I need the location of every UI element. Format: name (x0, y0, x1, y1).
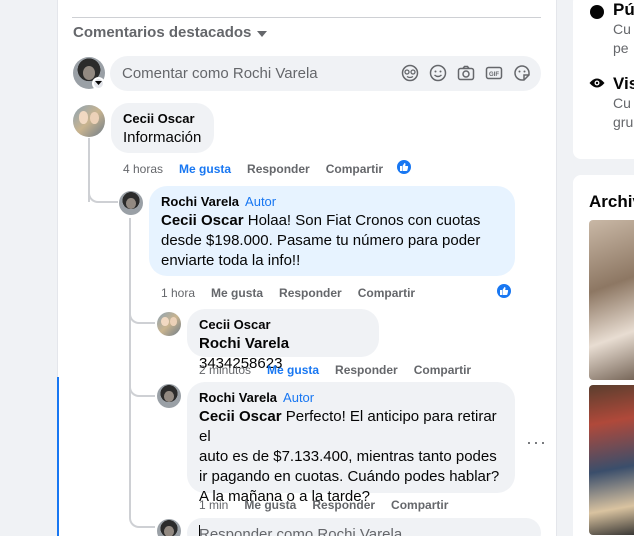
chevron-down-icon (257, 30, 268, 37)
comment-actions: 1 min Me gusta Responder Compartir (199, 498, 448, 512)
comment-time[interactable]: 1 min (199, 498, 228, 512)
svg-text:GIF: GIF (489, 72, 499, 78)
reply-button[interactable]: Responder (247, 162, 310, 176)
reply-composer[interactable] (187, 518, 541, 536)
gif-icon[interactable]: GIF (485, 64, 503, 82)
archive-title[interactable]: Archiv (589, 192, 634, 212)
share-button[interactable]: Compartir (391, 498, 448, 512)
avatar[interactable] (157, 384, 181, 408)
comment-actions: 1 hora Me gusta Responder Compartir (161, 286, 415, 300)
like-button[interactable]: Me gusta (267, 363, 319, 377)
smiley-icon[interactable] (429, 64, 447, 82)
comment-author[interactable]: Cecii Oscar (123, 111, 202, 126)
thread-line (129, 218, 131, 518)
comment-text: Cecii Oscar Holaa! Son Fiat Cronos con c… (161, 212, 481, 269)
camera-icon[interactable] (457, 64, 475, 82)
share-button[interactable]: Compartir (358, 286, 415, 300)
like-button[interactable]: Me gusta (179, 162, 231, 176)
globe-icon (589, 4, 605, 58)
comment-bubble: Rochi Varela Autor Cecii Oscar Holaa! Son… (149, 186, 515, 276)
reply-button[interactable]: Responder (279, 286, 342, 300)
reply-button[interactable]: Responder (312, 498, 375, 512)
mention-link[interactable]: Cecii Oscar (199, 408, 282, 425)
info-text: gru (613, 114, 634, 130)
comment-bubble: Cecii Oscar Rochi Varela 3434258623 (187, 309, 379, 372)
text-cursor (199, 525, 200, 536)
archive-photo[interactable] (589, 220, 634, 380)
emoji-sticker-icon[interactable] (401, 64, 419, 82)
sticker-icon[interactable] (513, 64, 531, 82)
group-info-card: Pú Cu pe Vis Cu gru (573, 0, 634, 159)
focus-indicator (57, 377, 59, 536)
comment-time[interactable]: 2 minutos (199, 363, 251, 377)
avatar[interactable] (157, 519, 181, 536)
sort-dropdown[interactable]: Comentarios destacados (73, 24, 268, 41)
sort-label: Comentarios destacados (73, 24, 252, 41)
thread-connector (129, 383, 155, 397)
comment-text: Información (123, 129, 202, 146)
archive-photo[interactable] (589, 385, 634, 535)
like-button[interactable]: Me gusta (244, 498, 296, 512)
thread-connector (129, 310, 155, 324)
avatar[interactable] (157, 312, 181, 336)
mention-link[interactable]: Rochi Varela (199, 335, 289, 352)
thread-connector (129, 508, 155, 528)
eye-icon (589, 76, 605, 132)
share-button[interactable]: Compartir (326, 162, 383, 176)
info-row-visible: Vis Cu gru (589, 74, 634, 132)
comment-time[interactable]: 4 horas (123, 162, 163, 176)
avatar[interactable] (73, 105, 105, 137)
author-badge: Autor (245, 194, 277, 209)
thumbs-up-icon[interactable] (495, 282, 513, 300)
comment-bubble: Rochi Varela Autor Cecii Oscar Perfecto! … (187, 382, 515, 505)
avatar[interactable] (119, 191, 143, 215)
chevron-down-icon[interactable] (92, 77, 105, 90)
comment-actions: 2 minutos Me gusta Responder Compartir (199, 363, 471, 377)
comment-actions: 4 horas Me gusta Responder Compartir (123, 162, 383, 176)
divider (72, 17, 541, 18)
like-button[interactable]: Me gusta (211, 286, 263, 300)
comment-author[interactable]: Rochi Varela (161, 194, 239, 209)
reply-button[interactable]: Responder (335, 363, 398, 377)
info-text: pe (613, 40, 629, 56)
thread-connector (88, 186, 118, 203)
info-title: Vis (613, 74, 634, 93)
comment-author[interactable]: Rochi Varela (199, 390, 277, 405)
comment-bubble: Cecii Oscar Información (111, 103, 214, 153)
comment-composer[interactable]: GIF (110, 56, 541, 91)
info-row-public: Pú Cu pe (589, 0, 634, 58)
archive-card: Archiv (573, 175, 634, 536)
more-options-icon[interactable]: ··· (526, 432, 547, 453)
reply-input[interactable] (199, 522, 499, 536)
info-text: Cu (613, 95, 631, 111)
info-text: Cu (613, 21, 631, 37)
comment-author[interactable]: Cecii Oscar (199, 317, 367, 332)
author-badge: Autor (283, 390, 315, 405)
share-button[interactable]: Compartir (414, 363, 471, 377)
comment-input[interactable] (122, 56, 392, 91)
info-title: Pú (613, 0, 634, 19)
comment-text: Cecii Oscar Perfecto! El anticipo para r… (199, 408, 500, 505)
thumbs-up-icon[interactable] (395, 158, 413, 176)
comment-time[interactable]: 1 hora (161, 286, 195, 300)
mention-link[interactable]: Cecii Oscar (161, 212, 244, 229)
